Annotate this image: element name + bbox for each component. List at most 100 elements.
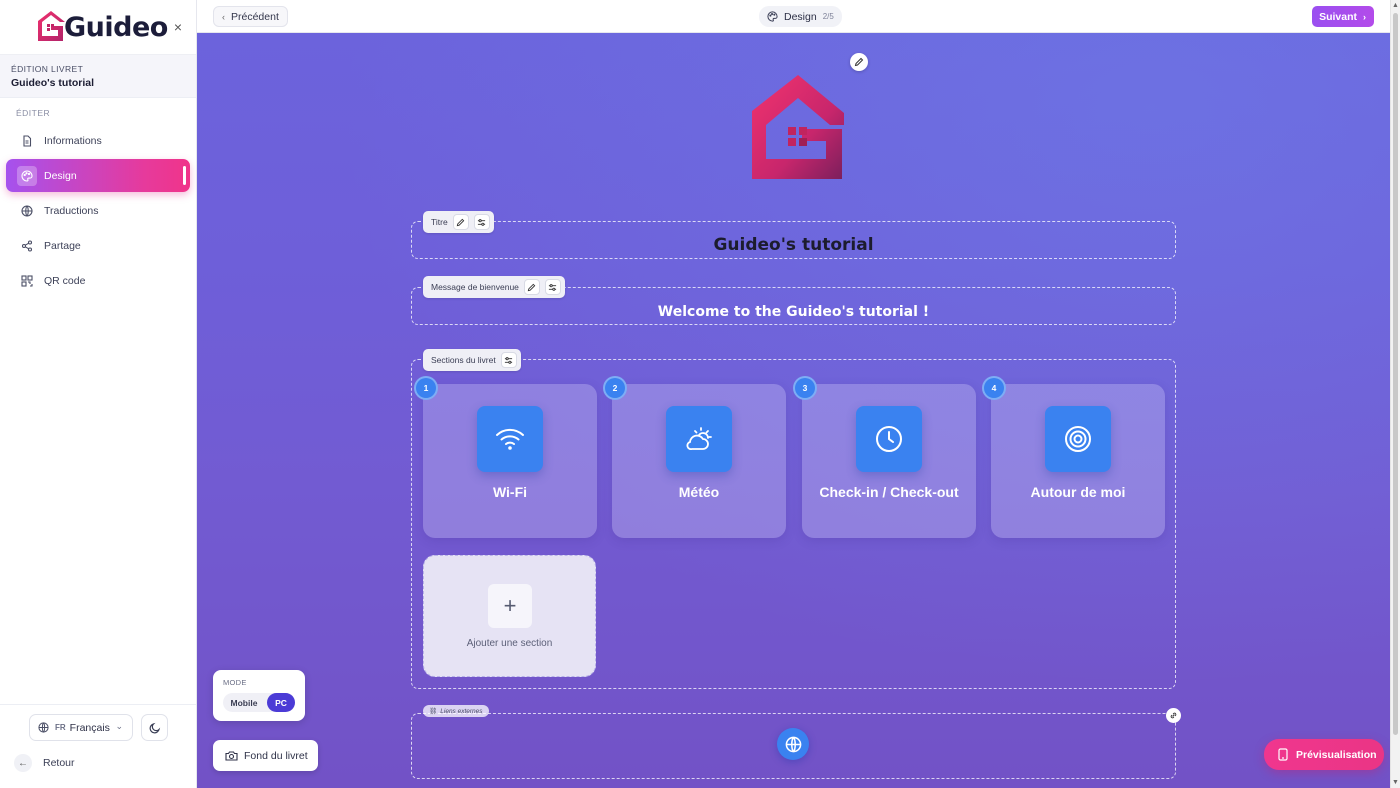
- title-settings-button[interactable]: [473, 214, 490, 230]
- preview-button[interactable]: Prévisualisation: [1264, 739, 1384, 770]
- page-scrollbar[interactable]: ▲ ▼: [1390, 0, 1400, 788]
- mode-label: MODE: [223, 678, 247, 687]
- sidebar-item-design[interactable]: Design: [6, 159, 190, 192]
- chevron-right-icon: ›: [1363, 11, 1366, 22]
- section-card-checkin[interactable]: 3 Check-in / Check-out: [793, 376, 976, 538]
- link-icon: ⛓: [429, 708, 438, 715]
- palette-icon: [17, 165, 37, 186]
- step-label: Design: [784, 10, 817, 23]
- globe-icon: [785, 736, 801, 752]
- document-icon: [20, 134, 34, 148]
- external-links-label: Liens externes: [440, 707, 483, 715]
- scroll-down-icon[interactable]: ▼: [1392, 779, 1399, 786]
- section-label: Check-in / Check-out: [819, 484, 959, 500]
- external-link-globe-button[interactable]: [777, 728, 809, 760]
- globe-icon: [20, 204, 34, 218]
- wifi-icon: [477, 406, 543, 472]
- welcome-message: Welcome to the Guideo's tutorial !: [657, 304, 930, 320]
- language-label: Français: [69, 721, 110, 734]
- external-links-tag: ⛓ Liens externes: [423, 705, 489, 717]
- mode-option-mobile[interactable]: Mobile: [223, 693, 265, 712]
- clock-icon: [856, 406, 922, 472]
- booklet-logo[interactable]: [750, 73, 846, 181]
- dark-mode-toggle[interactable]: [141, 714, 168, 741]
- booklet-name: Guideo's tutorial: [11, 77, 95, 89]
- pencil-icon: [854, 57, 864, 67]
- logo-text: Guideo: [64, 11, 168, 43]
- add-section-button[interactable]: + Ajouter une section: [423, 555, 596, 677]
- booklet-info: ÉDITION LIVRET Guideo's tutorial: [0, 55, 196, 98]
- edit-section-title: ÉDITER: [16, 108, 51, 118]
- pencil-icon: [456, 218, 465, 226]
- scrollbar-thumb[interactable]: [1393, 13, 1398, 735]
- sections-settings-button[interactable]: [500, 352, 517, 368]
- language-select[interactable]: FR Français ⌄: [29, 714, 133, 741]
- sidebar-item-partage[interactable]: Partage: [6, 229, 190, 262]
- sidebar-footer: FR Français ⌄ ← Retour: [0, 704, 196, 788]
- sliders-icon: [505, 356, 513, 364]
- plus-icon: +: [488, 584, 532, 628]
- step-indicator: Design 2/5: [759, 6, 842, 27]
- moon-icon: [149, 722, 160, 733]
- next-label: Suivant: [1319, 10, 1357, 23]
- mode-segmented-control: Mobile PC: [223, 693, 295, 712]
- logo: Guideo ×: [0, 0, 196, 55]
- sections-tag-label: Sections du livret: [431, 355, 496, 365]
- edit-logo-button[interactable]: [850, 53, 868, 71]
- sidebar-item-label: Informations: [44, 134, 102, 147]
- section-label: Météo: [678, 484, 720, 500]
- sidebar-item-traductions[interactable]: Traductions: [6, 194, 190, 227]
- edit-title-button[interactable]: [452, 214, 469, 230]
- sections-tag: Sections du livret: [423, 349, 521, 371]
- pencil-icon: [528, 283, 536, 291]
- sidebar-item-qr-code[interactable]: QR code: [6, 264, 190, 297]
- qrcode-icon: [20, 274, 34, 288]
- section-number: 1: [414, 376, 438, 400]
- section-card-autour[interactable]: 4 Autour de moi: [982, 376, 1165, 538]
- scroll-up-icon[interactable]: ▲: [1392, 2, 1399, 9]
- guideo-logo-icon: [38, 11, 65, 41]
- edit-links-button[interactable]: [1166, 708, 1181, 723]
- sidebar-item-label: QR code: [44, 274, 86, 287]
- sidebar-item-label: Traductions: [44, 204, 99, 217]
- preview-label: Prévisualisation: [1296, 748, 1377, 761]
- previous-label: Précédent: [231, 10, 279, 23]
- back-button[interactable]: ← Retour: [14, 753, 75, 773]
- back-label: Retour: [43, 757, 75, 769]
- target-icon: [1045, 406, 1111, 472]
- booklet-background-button[interactable]: Fond du livret: [213, 740, 318, 771]
- sidebar: Guideo × ÉDITION LIVRET Guideo's tutoria…: [0, 0, 197, 788]
- share-icon: [20, 239, 34, 253]
- mode-switcher: MODE Mobile PC: [213, 670, 305, 721]
- weather-icon: [666, 406, 732, 472]
- welcome-settings-button[interactable]: [544, 279, 561, 295]
- booklet-title: Guideo's tutorial: [713, 235, 874, 255]
- title-tag-label: Titre: [431, 217, 448, 227]
- section-card-meteo[interactable]: 2 Météo: [603, 376, 786, 538]
- sidebar-item-informations[interactable]: Informations: [6, 124, 190, 157]
- previous-button[interactable]: ‹ Précédent: [213, 6, 288, 27]
- welcome-tag: Message de bienvenue: [423, 276, 565, 298]
- section-number: 2: [603, 376, 627, 400]
- add-section-label: Ajouter une section: [466, 638, 553, 649]
- section-label: Wi-Fi: [492, 484, 528, 500]
- close-sidebar-button[interactable]: ×: [170, 19, 186, 35]
- section-card-wifi[interactable]: 1 Wi-Fi: [414, 376, 597, 538]
- background-label: Fond du livret: [244, 749, 308, 762]
- arrow-left-icon: ←: [14, 754, 32, 772]
- sliders-icon: [549, 283, 557, 291]
- chevron-down-icon: ⌄: [115, 721, 123, 731]
- language-code: FR: [55, 723, 66, 732]
- camera-icon: [225, 750, 238, 762]
- step-count: 2/5: [822, 12, 834, 21]
- edit-welcome-button[interactable]: [523, 279, 540, 295]
- sidebar-item-label: Partage: [44, 239, 81, 252]
- globe-icon: [38, 722, 49, 733]
- mode-option-pc[interactable]: PC: [267, 693, 295, 712]
- smartphone-icon: [1278, 748, 1288, 761]
- next-button[interactable]: Suivant ›: [1312, 6, 1374, 27]
- chevron-left-icon: ‹: [222, 11, 225, 22]
- palette-icon: [767, 11, 778, 22]
- top-bar: ‹ Précédent Design 2/5 Suivant ›: [197, 0, 1390, 33]
- title-block[interactable]: Guideo's tutorial: [411, 221, 1176, 259]
